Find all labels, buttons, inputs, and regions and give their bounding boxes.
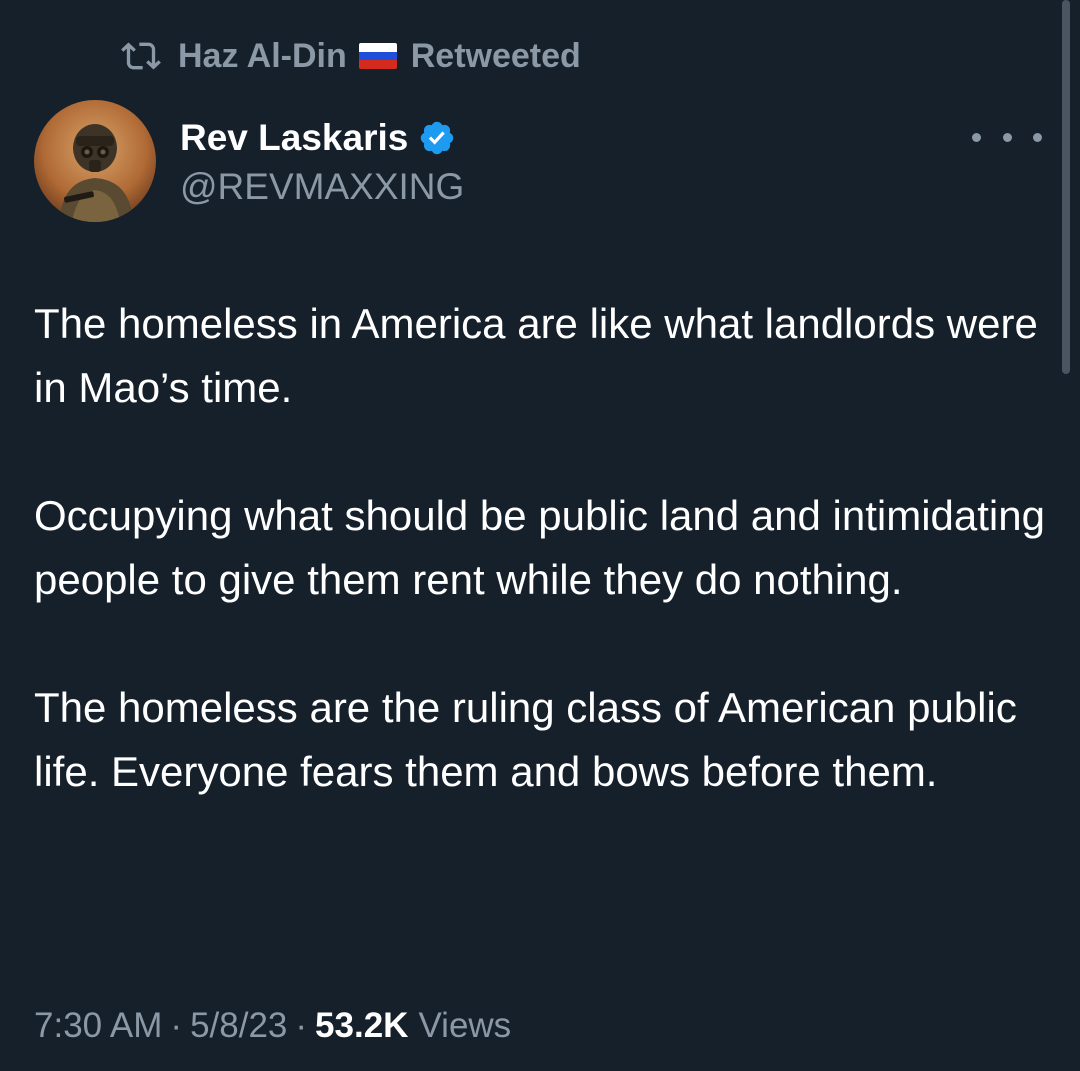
views-count[interactable]: 53.2K — [315, 1006, 408, 1046]
scrollbar[interactable] — [1062, 0, 1070, 374]
avatar[interactable] — [34, 100, 156, 222]
verified-badge-icon — [421, 121, 454, 155]
author-names: Rev Laskaris @REVMAXXING — [180, 116, 464, 208]
tweet-metadata: 7:30 AM · 5/8/23 · 53.2K Views — [34, 1006, 511, 1046]
tweet-date[interactable]: 5/8/23 — [190, 1006, 287, 1046]
retweeter-name[interactable]: Haz Al-Din — [178, 37, 347, 76]
retweeted-label: Retweeted — [410, 36, 581, 75]
tweet-text: The homeless in America are like what la… — [34, 300, 1045, 795]
retweet-icon — [121, 42, 161, 70]
russia-flag-icon — [358, 43, 397, 69]
tweet-author: Rev Laskaris @REVMAXXING — [34, 100, 464, 222]
tweet-time[interactable]: 7:30 AM — [34, 1006, 162, 1046]
separator: · — [295, 1006, 308, 1045]
separator: · — [170, 1006, 183, 1045]
display-name[interactable]: Rev Laskaris — [180, 117, 408, 159]
more-dot — [1033, 132, 1042, 142]
display-name-row: Rev Laskaris — [180, 116, 464, 160]
more-options-icon[interactable] — [972, 120, 1042, 154]
tweet-detail: Haz Al-Din Retweeted Rev Laskaris @REVMA… — [0, 0, 1080, 1071]
views-label[interactable]: Views — [418, 1006, 511, 1046]
more-dot — [1002, 132, 1012, 142]
retweet-context[interactable]: Haz Al-Din Retweeted — [118, 34, 581, 78]
more-dot — [972, 132, 981, 142]
author-handle[interactable]: @REVMAXXING — [180, 166, 464, 208]
